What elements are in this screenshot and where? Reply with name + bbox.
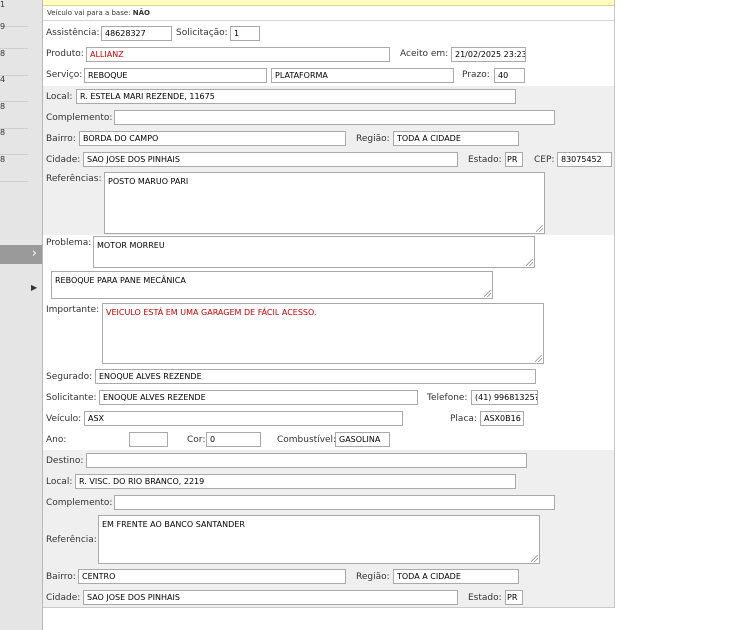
destino-local-label: Local: [46,477,73,487]
destino-local-field[interactable]: R. VISC. DO RIO BRANCO, 2219 [75,474,516,489]
local-field[interactable]: R. ESTELA MARI REZENDE, 11675 [76,89,516,104]
telefone-field[interactable]: (41) 99681325? [471,390,538,405]
regiao-label: Região: [356,134,390,144]
base-value: NÃO [132,9,150,17]
assistencia-label: Assistência: [46,28,100,38]
placa-field[interactable]: ASX0B16 [480,411,524,426]
importante-textarea[interactable]: VEICULO ESTÁ EM UMA GARAGEM DE FÁCIL ACE… [102,303,544,364]
solicitante-field[interactable]: ENOQUE ALVES REZENDE [99,390,418,405]
info-strip [43,0,614,6]
servico-field[interactable]: REBOQUE [84,68,267,83]
descricao-textarea[interactable]: REBOQUE PARA PANE MECÂNICA [51,271,493,299]
servico-label: Serviço: [46,70,83,80]
referencias-label: Referências: [46,174,102,184]
destino-cidade-field[interactable]: SAO JOSE DOS PINHAIS [83,590,458,605]
destino-label: Destino: [46,456,84,466]
complemento-field[interactable] [114,110,555,125]
combustivel-label: Combustível: [277,435,337,445]
problema-label: Problema: [46,238,92,248]
ano-field[interactable] [129,432,168,447]
bairro-label: Bairro: [46,134,76,144]
resize-handle-icon[interactable] [531,555,538,562]
destino-regiao-label: Região: [356,572,390,582]
regiao-field[interactable]: TODA A CIDADE [393,131,519,146]
destino-regiao-field[interactable]: TODA A CIDADE [393,569,519,584]
local-label: Local: [46,92,73,102]
list-item[interactable]: 4 [0,75,28,102]
veiculo-label: Veículo: [46,414,82,424]
list-item[interactable]: 8 [0,49,28,76]
telefone-label: Telefone: [427,393,468,403]
referencia-textarea[interactable]: EM FRENTE AO BANCO SANTANDER [98,515,540,564]
chevron-right-icon: › [31,246,37,261]
resize-handle-icon[interactable] [484,290,491,297]
produto-field[interactable]: ALLIANZ [86,47,390,62]
assistencia-field[interactable]: 48628327 [101,26,172,41]
list-item[interactable]: 9 [0,22,28,49]
left-panel: 1 9 8 4 8 8 8 › ▶ [0,0,43,630]
expand-arrow-icon[interactable]: ▶ [31,283,37,292]
resize-handle-icon[interactable] [526,259,533,266]
segurado-label: Segurado: [46,372,93,382]
cep-field[interactable]: 83075452 [557,152,612,167]
bairro-field[interactable]: BORDA DO CAMPO [79,131,346,146]
destino-complemento-label: Complemento: [46,498,113,508]
cor-field[interactable]: 0 [206,432,261,447]
cidade-label: Cidade: [46,155,81,165]
combustivel-field[interactable]: GASOLINA [335,432,390,447]
destino-field[interactable] [86,453,527,468]
destino-estado-field[interactable]: PR [505,590,523,605]
referencias-textarea[interactable]: POSTO MARUO PARI [104,172,545,234]
solicitacao-field[interactable]: 1 [230,26,260,41]
destino-complemento-field[interactable] [114,495,555,510]
placa-label: Placa: [450,414,477,424]
aceito-em-label: Aceito em: [400,49,449,59]
problema-textarea[interactable]: MOTOR MORREU [93,236,535,268]
resize-handle-icon[interactable] [535,355,542,362]
destino-bairro-field[interactable]: CENTRO [78,569,346,584]
aceito-em-field[interactable]: 21/02/2025 23:23 [451,47,526,62]
destino-bairro-label: Bairro: [46,572,76,582]
cidade-field[interactable]: SAO JOSE DOS PINHAIS [83,152,458,167]
estado-label: Estado: [468,155,502,165]
prazo-label: Prazo: [462,70,490,80]
complemento-label: Complemento: [46,113,113,123]
list-item[interactable]: 8 [0,155,28,182]
segurado-field[interactable]: ENOQUE ALVES REZENDE [95,369,536,384]
cep-label: CEP: [534,155,555,165]
base-label: Veículo vai para a base: NÃO [47,9,150,17]
referencia-label: Referência: [46,535,97,545]
servico-tipo-field[interactable]: PLATAFORMA [271,68,454,83]
collapse-bar[interactable]: › [0,245,42,264]
ano-label: Ano: [46,435,67,445]
estado-field[interactable]: PR [505,152,523,167]
destino-estado-label: Estado: [468,593,502,603]
cor-label: Cor: [187,435,206,445]
list-item[interactable]: 8 [0,102,28,129]
resize-handle-icon[interactable] [536,225,543,232]
importante-label: Importante: [46,305,100,315]
destino-cidade-label: Cidade: [46,593,81,603]
solicitacao-label: Solicitação: [176,28,228,38]
produto-label: Produto: [46,49,84,59]
list-item[interactable]: 8 [0,128,28,155]
veiculo-field[interactable]: ASX [84,411,403,426]
solicitante-label: Solicitante: [46,393,97,403]
prazo-field[interactable]: 40 [494,68,525,83]
divider [43,20,614,21]
